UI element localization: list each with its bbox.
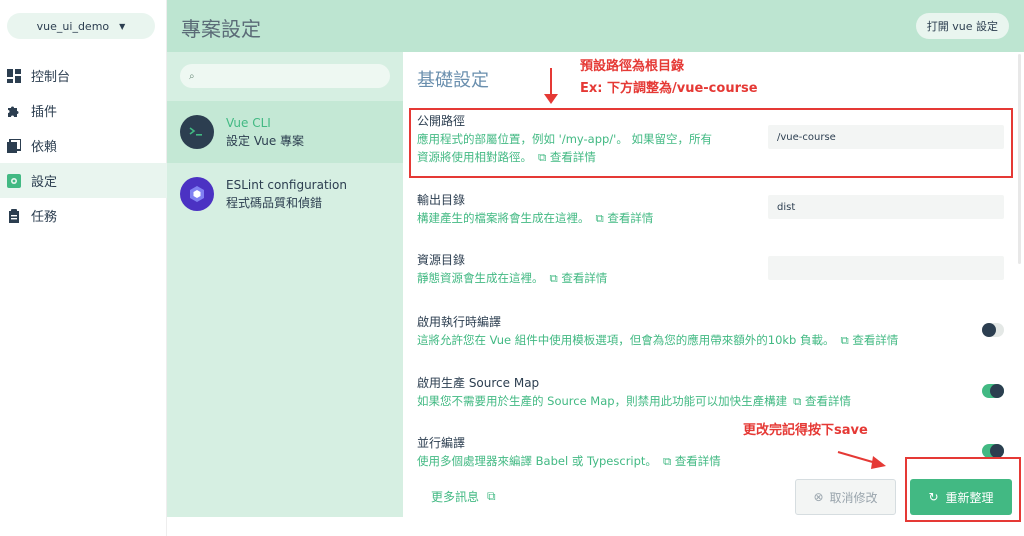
tasks-icon bbox=[9, 208, 19, 223]
plugin-name: Vue CLI bbox=[226, 116, 271, 130]
setting-label: 啟用生產 Source Map bbox=[417, 376, 540, 390]
more-info-link[interactable]: ⧉ 查看詳情 bbox=[793, 394, 851, 408]
plugin-name: ESLint configuration bbox=[226, 178, 347, 192]
plugin-list-panel: ⌕ Vue CLI 設定 Vue 專案 ESLint configuration… bbox=[167, 52, 403, 517]
source-map-toggle[interactable] bbox=[982, 384, 1004, 398]
parallel-toggle[interactable] bbox=[982, 444, 1004, 458]
setting-runtime-compiler: 啟用執行時編譯 這將允許您在 Vue 組件中使用模板選項，但會為您的應用帶來額外… bbox=[417, 313, 997, 349]
plugin-item-eslint[interactable]: ESLint configuration 程式碼品質和偵錯 bbox=[167, 163, 403, 225]
plugin-item-vue-cli[interactable]: Vue CLI 設定 Vue 專案 bbox=[167, 101, 403, 163]
dependencies-icon bbox=[7, 138, 21, 153]
annotation-note-1: 預設路徑為根目錄 Ex: 下方調整為/vue-course bbox=[580, 59, 758, 96]
setting-desc: 構建產生的檔案將會生成在這裡。 bbox=[417, 211, 590, 225]
external-link-icon: ⧉ bbox=[487, 489, 496, 503]
setting-source-map: 啟用生產 Source Map 如果您不需要用於生產的 Source Map，則… bbox=[417, 374, 997, 410]
setting-desc: 如果您不需要用於生產的 Source Map，則禁用此功能可以加快生產構建 bbox=[417, 394, 788, 408]
public-path-input[interactable]: /vue-course bbox=[768, 125, 1004, 149]
more-info-link[interactable]: ⧉ 查看詳情 bbox=[841, 333, 899, 347]
settings-main: 基礎設定 公開路徑 應用程式的部屬位置，例如 '/my-app/'。 如果留空，… bbox=[403, 52, 1024, 517]
sidebar-item-dependencies[interactable]: 依賴 bbox=[0, 128, 167, 163]
more-info-link[interactable]: ⧉ 查看詳情 bbox=[538, 150, 596, 164]
setting-label: 啟用執行時編譯 bbox=[417, 315, 502, 329]
setting-desc: 這將允許您在 Vue 組件中使用模板選項，但會為您的應用帶來額外的10kb 負載… bbox=[417, 333, 835, 347]
cancel-icon: ⊗ bbox=[813, 490, 824, 504]
header: 專案設定 打開 vue 設定 bbox=[167, 0, 1024, 52]
assets-dir-input[interactable] bbox=[768, 256, 1004, 280]
plugin-desc: 設定 Vue 專案 bbox=[226, 134, 305, 148]
more-info-link[interactable]: ⧉ 查看詳情 bbox=[663, 454, 721, 468]
sidebar-item-tasks[interactable]: 任務 bbox=[0, 198, 167, 233]
sidebar-item-label: 設定 bbox=[31, 175, 58, 190]
caret-down-icon: ▼ bbox=[119, 21, 126, 31]
more-info-link[interactable]: ⧉ 查看詳情 bbox=[596, 211, 654, 225]
plugin-desc: 程式碼品質和偵錯 bbox=[226, 196, 323, 210]
sidebar-item-label: 依賴 bbox=[31, 140, 58, 155]
setting-label: 並行編譯 bbox=[417, 436, 466, 450]
sidebar-nav: 控制台 插件 依賴 設定 任務 bbox=[0, 58, 167, 233]
sidebar-item-label: 控制台 bbox=[31, 70, 71, 85]
settings-icon bbox=[7, 173, 21, 188]
plugin-search-input[interactable]: ⌕ bbox=[180, 64, 390, 88]
search-icon: ⌕ bbox=[189, 70, 195, 82]
page-title: 專案設定 bbox=[181, 17, 261, 41]
puzzle-icon bbox=[8, 106, 19, 117]
setting-desc: 使用多個處理器來編譯 Babel 或 Typescript。 bbox=[417, 454, 657, 468]
project-name: vue_ui_demo bbox=[36, 19, 110, 33]
dashboard-icon bbox=[7, 68, 21, 83]
sidebar-item-settings[interactable]: 設定 bbox=[0, 163, 167, 198]
app: vue_ui_demo ▼ 控制台 插件 依賴 設定 任務 專案設定 打開 vu… bbox=[0, 0, 1024, 536]
save-button[interactable]: ↻ 重新整理 bbox=[910, 479, 1012, 515]
sidebar-item-dashboard[interactable]: 控制台 bbox=[0, 58, 167, 93]
scrollbar[interactable] bbox=[1018, 54, 1021, 264]
more-info-footer-link[interactable]: 更多訊息 ⧉ bbox=[431, 488, 496, 505]
output-dir-input[interactable]: dist bbox=[768, 195, 1004, 219]
setting-desc: 資源將使用相對路徑。 bbox=[417, 150, 532, 164]
section-title: 基礎設定 bbox=[417, 70, 489, 91]
cancel-button[interactable]: ⊗ 取消修改 bbox=[795, 479, 896, 515]
setting-desc: 靜態資源會生成在這裡。 bbox=[417, 271, 544, 285]
setting-parallel: 並行編譯 使用多個處理器來編譯 Babel 或 Typescript。 ⧉ 查看詳… bbox=[417, 434, 997, 470]
sidebar-item-plugins[interactable]: 插件 bbox=[0, 93, 167, 128]
open-vue-config-button[interactable]: 打開 vue 設定 bbox=[915, 13, 1009, 39]
more-info-link[interactable]: ⧉ 查看詳情 bbox=[550, 271, 608, 285]
runtime-compiler-toggle[interactable] bbox=[982, 323, 1004, 337]
project-selector[interactable]: vue_ui_demo ▼ bbox=[7, 13, 155, 39]
sidebar: vue_ui_demo ▼ 控制台 插件 依賴 設定 任務 bbox=[0, 0, 167, 536]
sidebar-item-label: 插件 bbox=[31, 105, 58, 120]
annotation-note-2: 更改完記得按下save bbox=[743, 423, 868, 438]
eslint-logo-icon bbox=[180, 177, 214, 211]
vue-cli-logo-icon bbox=[180, 115, 214, 149]
refresh-icon: ↻ bbox=[928, 490, 939, 504]
sidebar-item-label: 任務 bbox=[31, 210, 58, 225]
